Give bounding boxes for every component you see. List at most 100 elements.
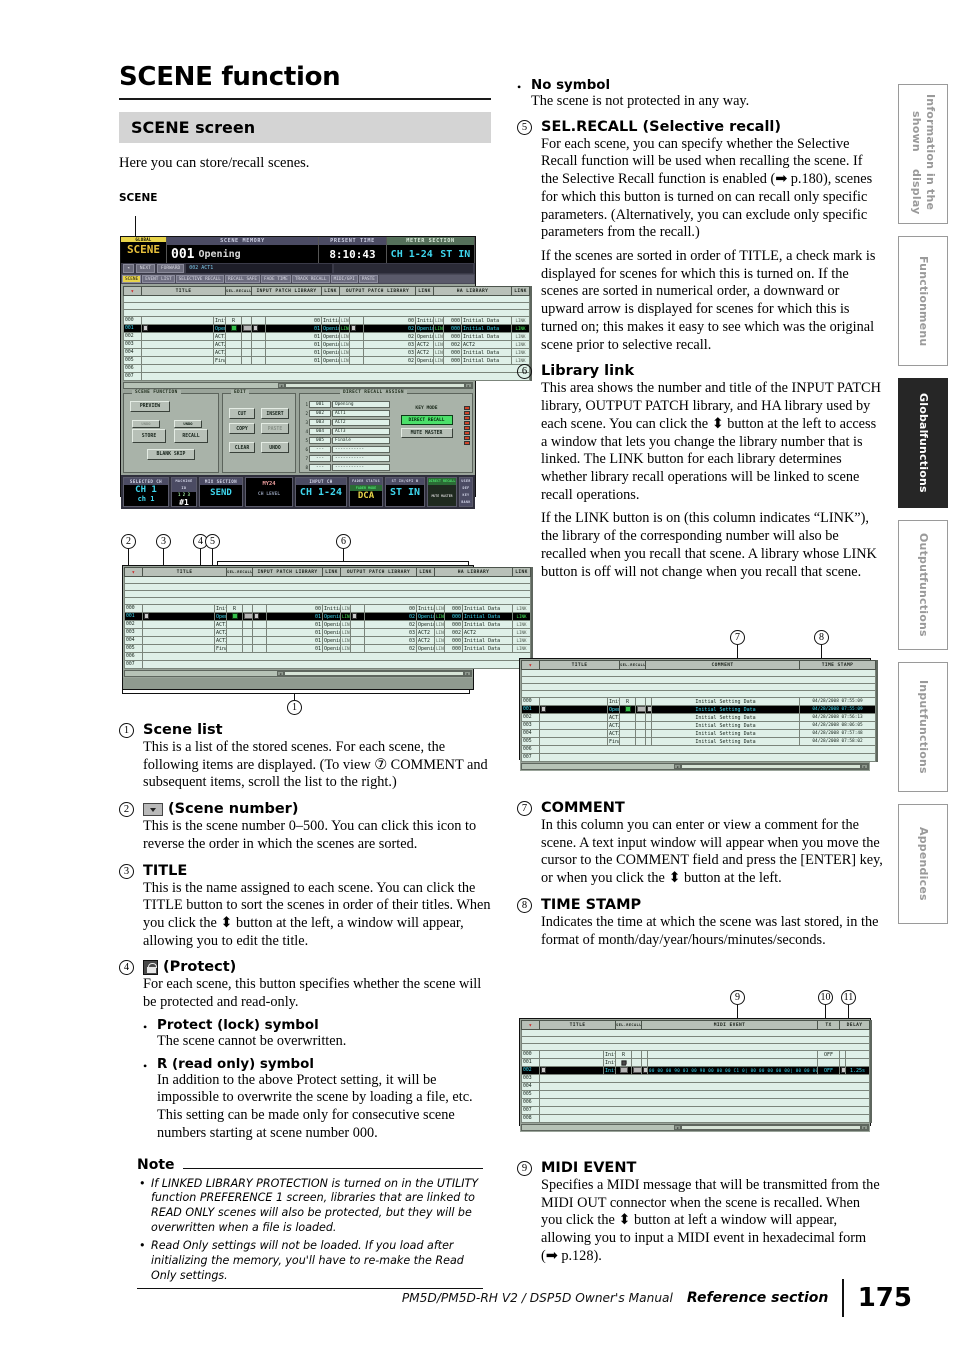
row-comment[interactable]: Initial Setting Data: [651, 713, 801, 722]
row-in-title[interactable]: Opening: [321, 324, 341, 333]
row-protect[interactable]: [225, 324, 242, 333]
dr-number[interactable]: ---: [309, 445, 331, 453]
scroll-left-arrow-icon[interactable]: ◂: [674, 1125, 681, 1130]
row-out-title[interactable]: ACT2: [416, 636, 436, 645]
st-in-block[interactable]: ST IN/GPI B ST IN: [385, 477, 425, 507]
table-row[interactable]: 007: [124, 660, 532, 669]
row-in-link[interactable]: LINK: [339, 340, 351, 349]
in-stepper-icon[interactable]: [254, 613, 260, 620]
col-output-link[interactable]: LINK: [416, 567, 436, 577]
table-row[interactable]: 003 ACT2 01 Opening LINK 03 ACT2 LINK 00…: [123, 340, 531, 349]
row-in-link[interactable]: LINK: [340, 604, 352, 613]
edge-tab-global-functions[interactable]: Global functions: [898, 378, 948, 508]
table-row[interactable]: 005: [521, 1090, 871, 1099]
dr-name[interactable]: ACT3: [332, 427, 390, 435]
dr-number[interactable]: 004: [309, 427, 331, 435]
table-row[interactable]: [122, 309, 531, 317]
scroll-right-arrow-icon[interactable]: ▸: [861, 764, 868, 769]
input-ch-block[interactable]: INPUT CH CH 1-24: [295, 477, 347, 507]
table-row[interactable]: 007: [521, 1106, 871, 1115]
dr-number[interactable]: ---: [309, 454, 331, 462]
dr-number[interactable]: 002: [309, 409, 331, 417]
scene-memory-block[interactable]: SCENE MEMORY 001 Opening: [167, 237, 319, 263]
table-row[interactable]: [520, 683, 877, 691]
row-out-link[interactable]: LINK: [433, 356, 445, 365]
row-title[interactable]: Opening: [213, 324, 226, 333]
list-item[interactable]: 6 --- -----------: [303, 445, 390, 453]
table-row[interactable]: 002 ACT1 01 Opening LINK 02 Opening LINK…: [124, 620, 532, 629]
scroll-thumb[interactable]: [681, 1125, 861, 1130]
table-row[interactable]: 002 ACT1 Initial Setting Data 04/28/2008…: [521, 713, 877, 722]
row-in-link[interactable]: LINK: [339, 324, 351, 333]
copy-button[interactable]: COPY: [229, 423, 255, 434]
row-ha-link[interactable]: LINK: [512, 612, 532, 621]
col-title[interactable]: TITLE: [141, 286, 226, 296]
col-scene-number[interactable]: ▾: [521, 1020, 540, 1030]
dr-name[interactable]: -----------: [332, 463, 390, 471]
clear-button[interactable]: CLEAR: [229, 442, 255, 453]
out-stepper-icon[interactable]: [351, 325, 357, 332]
scroll-right-arrow-icon[interactable]: ▸: [464, 671, 471, 676]
row-protect[interactable]: R: [615, 1050, 632, 1059]
row-delay[interactable]: [845, 1058, 871, 1067]
row-ha-link[interactable]: LINK: [512, 628, 532, 637]
table-row[interactable]: 003 ACT2 01 Opening LINK 03 ACT2 LINK 00…: [124, 628, 532, 637]
row-out-link[interactable]: LINK: [434, 628, 446, 637]
row-title[interactable]: Opening: [607, 705, 620, 714]
list-item[interactable]: 1 001 Opening: [303, 400, 390, 408]
nav-next-button[interactable]: NEXT: [135, 264, 155, 273]
undo-button[interactable]: UNDO: [261, 442, 289, 453]
col-delay[interactable]: DELAY: [839, 1020, 871, 1030]
nav-forward-button[interactable]: FORWARD: [156, 264, 185, 273]
title-stepper-icon[interactable]: [144, 613, 149, 620]
table-row[interactable]: 006: [521, 745, 877, 754]
tab-selective-recall[interactable]: SELECTIVE RECALL: [175, 275, 224, 283]
scene-list-table[interactable]: ▾ TITLE SEL.RECALL INPUT PATCH LIBRARY L…: [122, 286, 531, 381]
table-row[interactable]: 004 ACT3 01 Opening LINK 03 ACT2 LINK 00…: [124, 636, 532, 645]
title-stepper-icon[interactable]: [541, 1067, 546, 1074]
tab-event-list[interactable]: EVENT LIST: [142, 275, 175, 283]
direct-recall-status-block[interactable]: DIRECT RECALL MUTE MASTER: [427, 477, 457, 507]
table-row[interactable]: 007: [521, 753, 877, 762]
col-input-link[interactable]: LINK: [321, 286, 341, 296]
row-in-link[interactable]: LINK: [339, 356, 351, 365]
col-tx[interactable]: TX: [817, 1020, 841, 1030]
recall-button[interactable]: RECALL: [174, 429, 208, 443]
row-title[interactable]: Initial Data: [603, 1050, 616, 1059]
row-in-title[interactable]: Initial Data: [321, 316, 341, 325]
row-ha-link[interactable]: LINK: [512, 604, 532, 613]
col-comment[interactable]: COMMENT: [645, 660, 801, 670]
dr-name[interactable]: -----------: [332, 454, 390, 462]
row-title[interactable]: Initial Data: [603, 1058, 616, 1067]
midi-stepper-icon[interactable]: [643, 1067, 647, 1074]
row-out-link[interactable]: LINK: [434, 612, 446, 621]
midi-horizontal-scrollbar[interactable]: ◂ ▸: [521, 1124, 869, 1131]
col-input-link[interactable]: LINK: [322, 567, 342, 577]
tab-paste[interactable]: PASTE: [358, 275, 378, 283]
col-scene-number[interactable]: ▾: [521, 660, 540, 670]
row-title[interactable]: ACT3: [607, 729, 620, 738]
row-out-title[interactable]: Initial Data: [416, 604, 436, 613]
edge-tab-information-shown[interactable]: Information shown in the display: [898, 84, 948, 224]
dr-number[interactable]: 005: [309, 436, 331, 444]
row-delay[interactable]: 1.25s: [845, 1066, 871, 1075]
comment-table[interactable]: ▾ TITLE SEL.RECALL COMMENT TIME STAMP 00…: [520, 660, 877, 762]
table-row-selected[interactable]: 001 Opening Initial Setting Data 04/28/2…: [521, 705, 877, 714]
row-ha-title[interactable]: Initial Data: [461, 356, 513, 365]
row-in-title[interactable]: Opening: [322, 636, 342, 645]
store-button[interactable]: STORE: [132, 429, 166, 443]
row-protect[interactable]: [615, 1066, 632, 1075]
table-row[interactable]: [123, 576, 532, 584]
col-ha-library[interactable]: HA LIBRARY: [433, 286, 513, 296]
dr-name[interactable]: Opening: [332, 400, 390, 408]
row-out-title[interactable]: Opening: [416, 644, 436, 653]
midi-vertical-scrollbar[interactable]: [870, 1020, 873, 1123]
col-sel-recall[interactable]: SEL.RECALL: [224, 286, 253, 296]
row-title[interactable]: ACT2: [607, 721, 620, 730]
row-out-link[interactable]: LINK: [433, 348, 445, 357]
row-out-link[interactable]: LINK: [434, 604, 446, 613]
row-tx[interactable]: OFF: [817, 1066, 841, 1075]
row-ha-title[interactable]: Initial Data: [462, 620, 514, 629]
table-row-selected[interactable]: 001 Opening 01 Opening LINK 02 Opening L…: [124, 612, 532, 621]
row-out-title[interactable]: Opening: [416, 620, 436, 629]
